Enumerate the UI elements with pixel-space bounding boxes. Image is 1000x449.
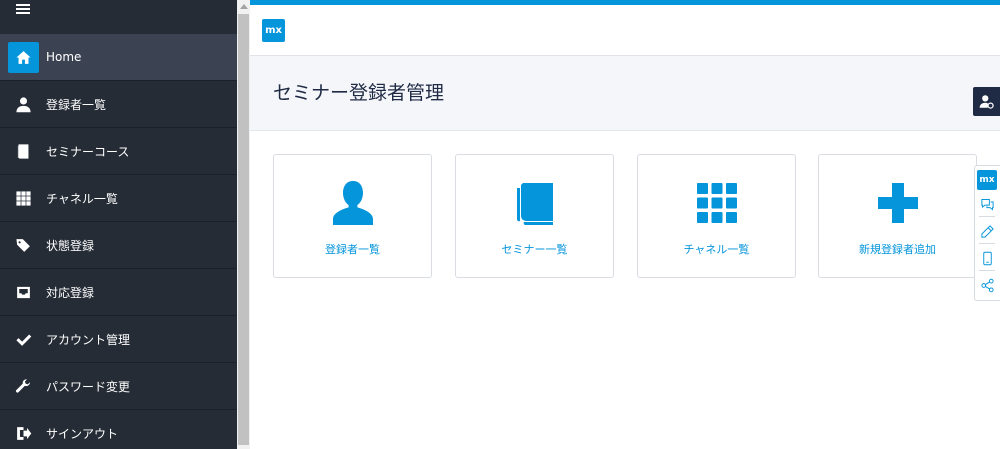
scroll-up-arrow-icon[interactable] [237, 0, 250, 13]
tool-divider [979, 216, 995, 217]
book-icon [17, 143, 28, 159]
tile-label: 登録者一覧 [325, 243, 380, 256]
sidebar-item-label: 対応登録 [46, 285, 95, 300]
tile-seminars[interactable]: セミナー一覧 [455, 154, 614, 278]
chat-icon[interactable] [978, 195, 996, 213]
sidebar-item-password[interactable]: パスワード変更 [0, 363, 237, 410]
sidebar: Home 登録者一覧 セミナーコース チャネル一覧 状態登録 対応登録 アカウン… [0, 0, 237, 449]
dev-tool-panel: mx [974, 165, 1000, 301]
main-content: mx セミナー登録者管理 登録者一覧 セミナー一覧 チャネル一覧 新規登録者追加 [250, 0, 1000, 449]
grid-icon [696, 183, 737, 223]
user-icon [332, 181, 373, 225]
sidebar-item-label: アカウント管理 [46, 332, 131, 347]
wrench-icon [15, 378, 30, 393]
sidebar-item-registrants[interactable]: 登録者一覧 [0, 81, 237, 128]
tags-icon [15, 238, 30, 252]
mendix-tool-logo[interactable]: mx [977, 170, 997, 190]
user-role-button[interactable] [973, 87, 1000, 116]
sidebar-item-label: セミナーコース [46, 144, 130, 159]
mendix-logo[interactable]: mx [262, 19, 285, 42]
user-gear-icon [979, 95, 994, 109]
sidebar-item-seminar-course[interactable]: セミナーコース [0, 128, 237, 175]
sidebar-item-label: サインアウト [46, 426, 119, 441]
tile-label: 新規登録者追加 [859, 243, 936, 256]
sidebar-header [0, 0, 237, 34]
sidebar-item-channels[interactable]: チャネル一覧 [0, 175, 237, 222]
sidebar-item-label: 登録者一覧 [46, 97, 107, 112]
home-icon [15, 50, 31, 64]
sidebar-item-label: チャネル一覧 [46, 191, 118, 206]
sidebar-scrollbar[interactable] [237, 0, 250, 449]
tile-registrants[interactable]: 登録者一覧 [273, 154, 432, 278]
sidebar-item-home[interactable]: Home [0, 34, 237, 81]
tile-label: チャネル一覧 [683, 243, 750, 256]
user-icon [15, 96, 31, 112]
sidebar-item-sign-out[interactable]: サインアウト [0, 410, 237, 449]
mobile-icon[interactable] [978, 249, 996, 267]
tool-divider [979, 243, 995, 244]
sidebar-item-label: 状態登録 [46, 238, 95, 253]
tool-divider [979, 270, 995, 271]
sidebar-item-status[interactable]: 状態登録 [0, 222, 237, 269]
check-icon [15, 334, 31, 346]
sign-out-icon [16, 426, 31, 440]
sidebar-item-response[interactable]: 対応登録 [0, 269, 237, 316]
sidebar-item-label: Home [46, 50, 82, 64]
sidebar-item-label: パスワード変更 [46, 379, 131, 394]
tile-add-registrant[interactable]: 新規登録者追加 [818, 154, 977, 278]
page-header: セミナー登録者管理 [250, 56, 1000, 131]
tile-channels[interactable]: チャネル一覧 [637, 154, 796, 278]
scrollbar-thumb[interactable] [238, 14, 249, 445]
hamburger-menu-icon[interactable] [16, 4, 30, 14]
page-title: セミナー登録者管理 [273, 82, 445, 104]
top-bar: mx [250, 0, 1000, 56]
sidebar-item-account[interactable]: アカウント管理 [0, 316, 237, 363]
plus-icon [877, 183, 918, 223]
tile-label: セミナー一覧 [501, 243, 568, 256]
pencil-icon[interactable] [978, 222, 996, 240]
grid-icon [15, 190, 31, 206]
book-icon [516, 183, 553, 225]
share-icon[interactable] [978, 276, 996, 294]
inbox-icon [16, 286, 30, 298]
